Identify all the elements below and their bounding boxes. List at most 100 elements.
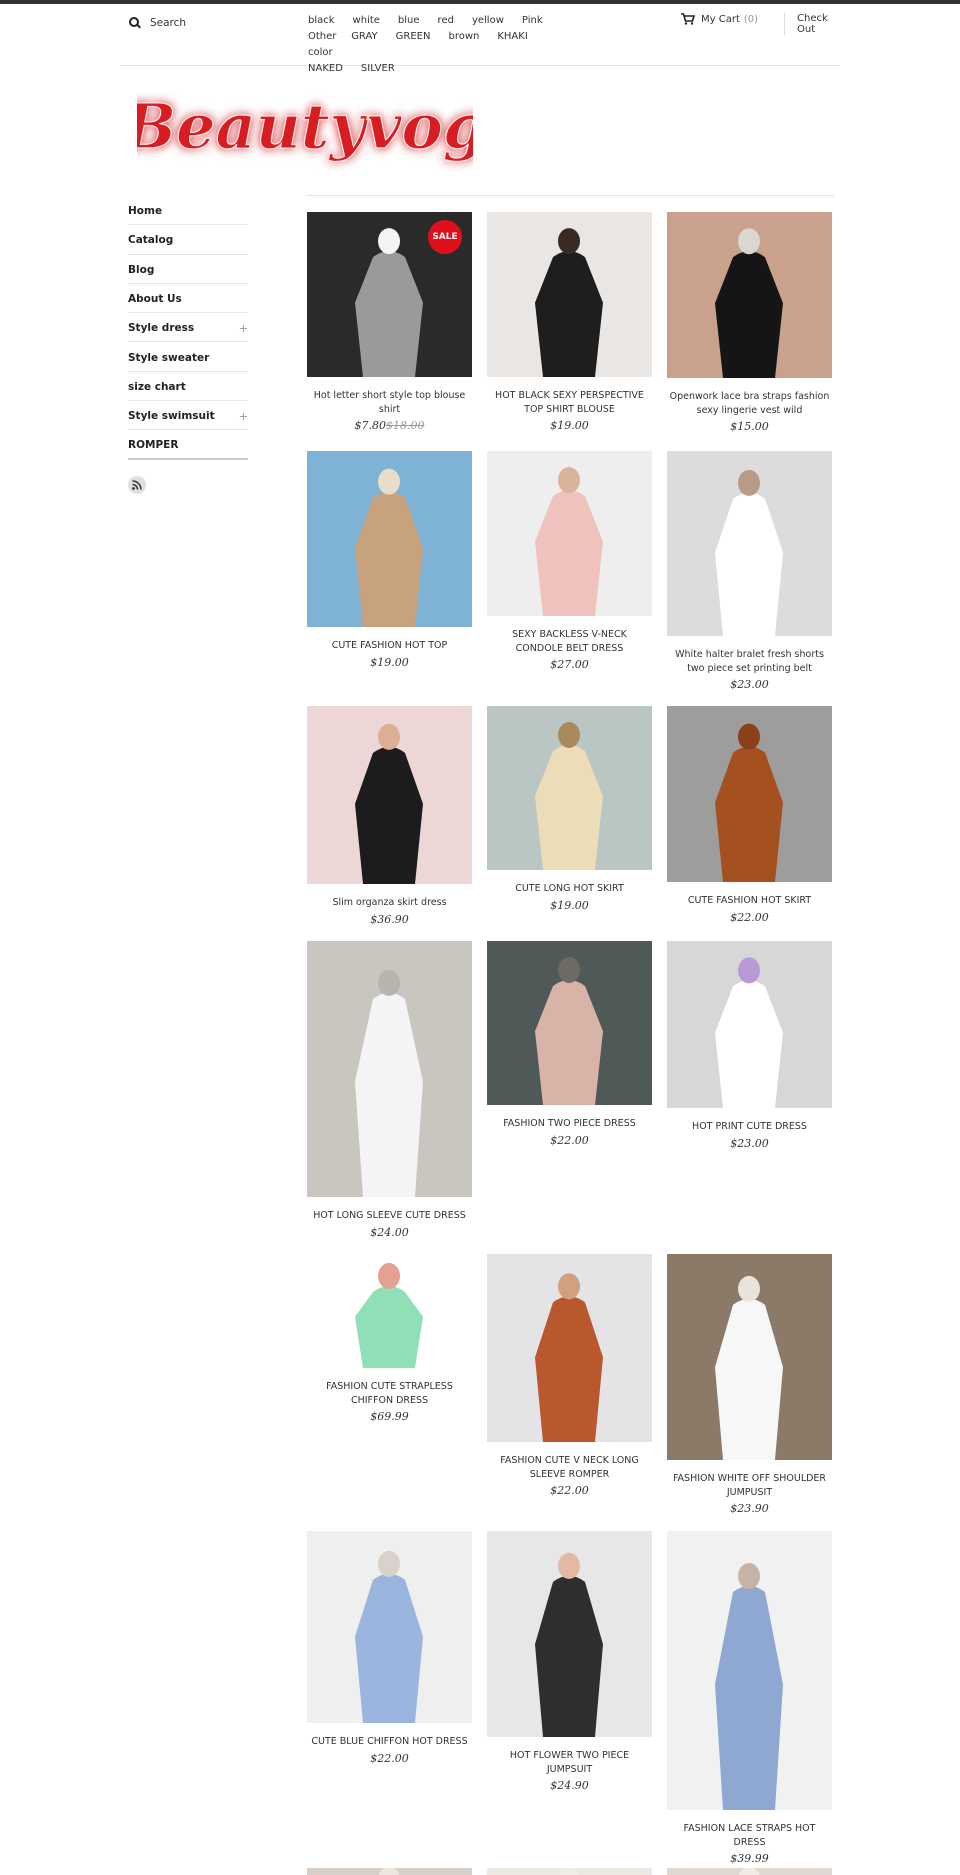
product-card[interactable]: HOT BLACK SEXY PERSPECTIVE TOP SHIRT BLO… bbox=[487, 212, 652, 432]
product-image[interactable] bbox=[307, 1868, 472, 1875]
site-logo[interactable]: Beautyvog bbox=[137, 82, 473, 178]
cart-link[interactable]: My Cart (0) bbox=[681, 13, 758, 25]
expand-icon[interactable]: + bbox=[239, 410, 248, 423]
current-price: $19.00 bbox=[370, 655, 409, 669]
color-link-other[interactable]: Other color bbox=[308, 29, 336, 61]
product-card[interactable] bbox=[307, 1868, 472, 1875]
expand-icon[interactable]: + bbox=[239, 322, 248, 335]
product-name[interactable]: FASHION CUTE V NECK LONG SLEEVE ROMPER bbox=[487, 1454, 652, 1481]
sidebar-item[interactable]: Style dress + bbox=[128, 313, 248, 343]
color-link-naked[interactable]: NAKED bbox=[308, 61, 343, 77]
product-price: $24.00 bbox=[307, 1226, 472, 1239]
product-image[interactable] bbox=[307, 451, 472, 627]
product-name[interactable]: Hot letter short style top blouse shirt bbox=[307, 389, 472, 416]
color-link-silver[interactable]: SILVER bbox=[361, 61, 395, 77]
product-image[interactable] bbox=[667, 706, 832, 882]
product-name[interactable]: FASHION WHITE OFF SHOULDER JUMPUSIT bbox=[667, 1472, 832, 1499]
color-link-blue[interactable]: blue bbox=[398, 13, 420, 29]
product-price: $22.00 bbox=[487, 1484, 652, 1497]
product-image[interactable] bbox=[667, 1868, 832, 1875]
sidebar-item[interactable]: Home bbox=[128, 196, 248, 226]
color-link-khaki[interactable]: KHAKI bbox=[497, 29, 527, 45]
product-image[interactable] bbox=[487, 212, 652, 377]
product-card[interactable]: FASHION TWO PIECE DRESS $22.00 bbox=[487, 941, 652, 1147]
product-image[interactable] bbox=[307, 941, 472, 1197]
product-card[interactable]: Slim organza skirt dress $36.90 bbox=[307, 706, 472, 926]
product-name[interactable]: FASHION TWO PIECE DRESS bbox=[487, 1117, 652, 1131]
color-link-yellow[interactable]: yellow bbox=[472, 13, 504, 29]
current-price: $22.00 bbox=[370, 1751, 409, 1765]
product-card[interactable]: FASHION CUTE STRAPLESS CHIFFON DRESS $69.… bbox=[307, 1254, 472, 1423]
product-image[interactable] bbox=[667, 1531, 832, 1810]
product-image[interactable] bbox=[667, 212, 832, 378]
color-link-pink[interactable]: Pink bbox=[522, 13, 543, 29]
product-image[interactable] bbox=[487, 1254, 652, 1442]
product-image[interactable] bbox=[307, 1254, 472, 1368]
product-image[interactable] bbox=[487, 941, 652, 1105]
search-icon[interactable] bbox=[128, 16, 142, 30]
sidebar-item[interactable]: Style sweater bbox=[128, 342, 248, 372]
search-input[interactable] bbox=[150, 17, 290, 29]
product-name[interactable]: Openwork lace bra straps fashion sexy li… bbox=[667, 390, 832, 417]
color-link-black[interactable]: black bbox=[308, 13, 335, 29]
product-image[interactable] bbox=[487, 1868, 652, 1875]
rss-feed-button[interactable] bbox=[128, 476, 146, 494]
product-name[interactable]: CUTE LONG HOT SKIRT bbox=[487, 882, 652, 896]
product-card[interactable]: CUTE BLUE CHIFFON HOT DRESS $22.00 bbox=[307, 1531, 472, 1765]
product-price: $15.00 bbox=[667, 420, 832, 433]
product-name[interactable]: HOT FLOWER TWO PIECE JUMPSUIT bbox=[487, 1749, 652, 1776]
product-card[interactable]: SEXY BACKLESS V-NECK CONDOLE BELT DRESS $… bbox=[487, 451, 652, 671]
product-name[interactable]: CUTE FASHION HOT TOP bbox=[307, 639, 472, 653]
product-name[interactable]: Slim organza skirt dress bbox=[307, 896, 472, 910]
color-link-white[interactable]: white bbox=[353, 13, 380, 29]
sidebar-item[interactable]: Style swimsuit + bbox=[128, 401, 248, 431]
product-name[interactable]: FASHION LACE STRAPS HOT DRESS bbox=[667, 1822, 832, 1849]
product-card[interactable]: SALE Hot letter short style top blouse sh… bbox=[307, 212, 472, 432]
product-card[interactable]: CUTE FASHION HOT SKIRT $22.00 bbox=[667, 706, 832, 924]
product-name[interactable]: White halter bralet fresh shorts two pie… bbox=[667, 648, 832, 675]
product-card[interactable]: HOT FLOWER TWO PIECE JUMPSUIT $24.90 bbox=[487, 1531, 652, 1792]
color-link-green[interactable]: GREEN bbox=[396, 29, 431, 45]
color-link-red[interactable]: red bbox=[438, 13, 454, 29]
product-card[interactable]: HOT PRINT CUTE DRESS $23.00 bbox=[667, 941, 832, 1150]
checkout-link[interactable]: Check Out bbox=[784, 13, 840, 35]
product-card[interactable]: Openwork lace bra straps fashion sexy li… bbox=[667, 212, 832, 433]
current-price: $24.90 bbox=[550, 1779, 589, 1792]
product-card[interactable]: White halter bralet fresh shorts two pie… bbox=[667, 451, 832, 691]
product-image[interactable]: SALE bbox=[307, 212, 472, 377]
product-card[interactable] bbox=[667, 1868, 832, 1875]
current-price: $39.99 bbox=[730, 1852, 769, 1865]
product-image[interactable] bbox=[667, 941, 832, 1108]
product-image[interactable] bbox=[307, 706, 472, 884]
product-name[interactable]: FASHION CUTE STRAPLESS CHIFFON DRESS bbox=[307, 1380, 472, 1407]
product-image[interactable] bbox=[487, 451, 652, 616]
product-image[interactable] bbox=[667, 451, 832, 636]
product-image[interactable] bbox=[487, 706, 652, 870]
sidebar-item-label: Home bbox=[128, 205, 163, 218]
product-image[interactable] bbox=[307, 1531, 472, 1723]
sidebar-item[interactable]: Blog bbox=[128, 255, 248, 284]
product-name[interactable]: CUTE BLUE CHIFFON HOT DRESS bbox=[307, 1735, 472, 1749]
product-card[interactable]: FASHION WHITE OFF SHOULDER JUMPUSIT $23.9… bbox=[667, 1254, 832, 1515]
sidebar-nav: Home Catalog Blog About Us Style dress + Style… bbox=[128, 196, 248, 460]
sidebar-item[interactable]: size chart bbox=[128, 372, 248, 402]
product-card[interactable]: CUTE FASHION HOT TOP $19.00 bbox=[307, 451, 472, 669]
product-card[interactable]: CUTE LONG HOT SKIRT $19.00 bbox=[487, 706, 652, 912]
color-link-brown[interactable]: brown bbox=[448, 29, 479, 45]
color-link-gray[interactable]: GRAY bbox=[351, 29, 377, 45]
product-card[interactable] bbox=[487, 1868, 652, 1875]
product-card[interactable]: FASHION LACE STRAPS HOT DRESS $39.99 bbox=[667, 1531, 832, 1865]
product-card[interactable]: HOT LONG SLEEVE CUTE DRESS $24.00 bbox=[307, 941, 472, 1239]
product-name[interactable]: HOT PRINT CUTE DRESS bbox=[667, 1120, 832, 1134]
product-image[interactable] bbox=[487, 1531, 652, 1737]
product-name[interactable]: CUTE FASHION HOT SKIRT bbox=[667, 894, 832, 908]
product-name[interactable]: SEXY BACKLESS V-NECK CONDOLE BELT DRESS bbox=[487, 628, 652, 655]
sidebar-item[interactable]: Catalog bbox=[128, 225, 248, 255]
product-card[interactable]: FASHION CUTE V NECK LONG SLEEVE ROMPER $2… bbox=[487, 1254, 652, 1497]
product-name[interactable]: HOT LONG SLEEVE CUTE DRESS bbox=[307, 1209, 472, 1223]
sidebar-item[interactable]: ROMPER bbox=[128, 430, 248, 460]
product-name[interactable]: HOT BLACK SEXY PERSPECTIVE TOP SHIRT BLO… bbox=[487, 389, 652, 416]
product-price: $69.99 bbox=[307, 1410, 472, 1423]
product-image[interactable] bbox=[667, 1254, 832, 1460]
sidebar-item[interactable]: About Us bbox=[128, 284, 248, 314]
